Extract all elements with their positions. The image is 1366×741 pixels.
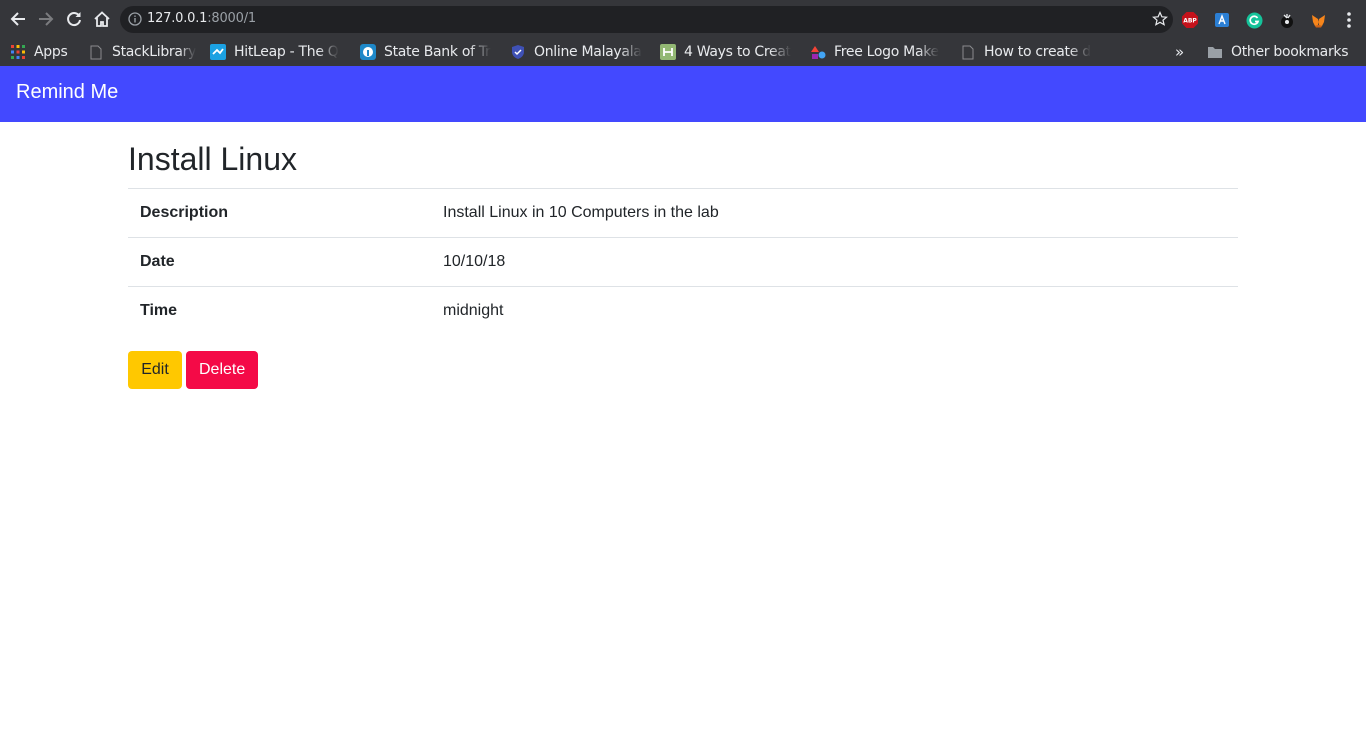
translate-icon[interactable]: [1213, 11, 1231, 29]
forward-arrow-icon: [39, 12, 54, 26]
table-row-time: Time midnight: [128, 286, 1238, 336]
bookmark-other-folder[interactable]: Other bookmarks: [1207, 38, 1363, 66]
forward-button[interactable]: [35, 8, 57, 30]
reload-button[interactable]: [63, 8, 85, 30]
browser-toolbar: 127.0.0.1:8000/1 ABP: [0, 0, 1366, 38]
row-label: Date: [128, 237, 431, 287]
bookmark-free-logo[interactable]: Free Logo Make: [810, 38, 946, 66]
bookmark-label: Other bookmarks: [1231, 44, 1349, 60]
adblock-plus-icon[interactable]: ABP: [1181, 11, 1199, 29]
row-value: 10/10/18: [431, 237, 1238, 287]
url-path: :8000/1: [207, 11, 256, 26]
bookmark-apps[interactable]: Apps: [10, 38, 82, 66]
shield-icon: [510, 44, 526, 60]
row-label: Description: [128, 188, 431, 238]
home-icon: [94, 11, 110, 27]
bookmark-label: Apps: [34, 44, 68, 60]
address-bar[interactable]: 127.0.0.1:8000/1: [120, 6, 1173, 33]
bookmark-how-to-create[interactable]: How to create d: [960, 38, 1098, 66]
reload-icon: [67, 12, 81, 27]
row-value: Install Linux in 10 Computers in the lab: [431, 188, 1238, 238]
bookmark-label: State Bank of Tr: [384, 44, 491, 60]
home-button[interactable]: [91, 8, 113, 30]
bookmark-label: Free Logo Make: [834, 44, 939, 60]
tor-icon[interactable]: [1277, 11, 1295, 29]
table-row-date: Date 10/10/18: [128, 237, 1238, 287]
app-navbar: Remind Me: [0, 66, 1366, 122]
address-url: 127.0.0.1:8000/1: [147, 11, 256, 26]
site-info-icon[interactable]: [128, 12, 142, 26]
page-icon: [960, 44, 976, 60]
bookmark-label: How to create d: [984, 44, 1091, 60]
folder-icon: [1207, 44, 1223, 60]
brand-link[interactable]: Remind Me: [16, 81, 118, 104]
bookmarks-overflow-label: »: [1175, 43, 1184, 61]
bookmark-stacklibrary[interactable]: StackLibrary: [88, 38, 202, 66]
browser-menu-icon[interactable]: [1340, 10, 1358, 30]
hitleap-icon: [210, 44, 226, 60]
wikihow-icon: [660, 44, 676, 60]
table-row-description: Description Install Linux in 10 Computer…: [128, 188, 1238, 238]
metamask-icon[interactable]: [1309, 11, 1327, 29]
row-value: midnight: [431, 286, 1238, 336]
bookmark-star-icon[interactable]: [1152, 11, 1168, 27]
grammarly-icon[interactable]: [1245, 11, 1263, 29]
bookmarks-bar: Apps StackLibrary HitLeap - The Q State …: [0, 38, 1366, 66]
row-label: Time: [128, 286, 431, 336]
delete-button[interactable]: Delete: [186, 351, 258, 389]
bank-icon: [360, 44, 376, 60]
logo-maker-icon: [810, 44, 826, 60]
bookmark-4-ways[interactable]: 4 Ways to Creat: [660, 38, 796, 66]
bookmark-label: StackLibrary: [112, 44, 197, 60]
abp-label: ABP: [1183, 18, 1197, 25]
edit-button[interactable]: Edit: [128, 351, 182, 389]
url-host: 127.0.0.1: [147, 11, 208, 26]
reminder-details-table: Description Install Linux in 10 Computer…: [128, 188, 1238, 336]
bookmark-state-bank[interactable]: State Bank of Tr: [360, 38, 496, 66]
bookmark-label: HitLeap - The Q: [234, 44, 339, 60]
bookmarks-overflow-chevron[interactable]: »: [1175, 38, 1189, 66]
apps-grid-icon: [10, 44, 26, 60]
back-button[interactable]: [7, 8, 29, 30]
bookmark-online-malayalam[interactable]: Online Malayala: [510, 38, 646, 66]
page-title: Install Linux: [128, 141, 297, 177]
bookmark-label: 4 Ways to Creat: [684, 44, 791, 60]
back-arrow-icon: [10, 12, 25, 26]
page-icon: [88, 44, 104, 60]
bookmark-label: Online Malayala: [534, 44, 642, 60]
bookmark-hitleap[interactable]: HitLeap - The Q: [210, 38, 346, 66]
